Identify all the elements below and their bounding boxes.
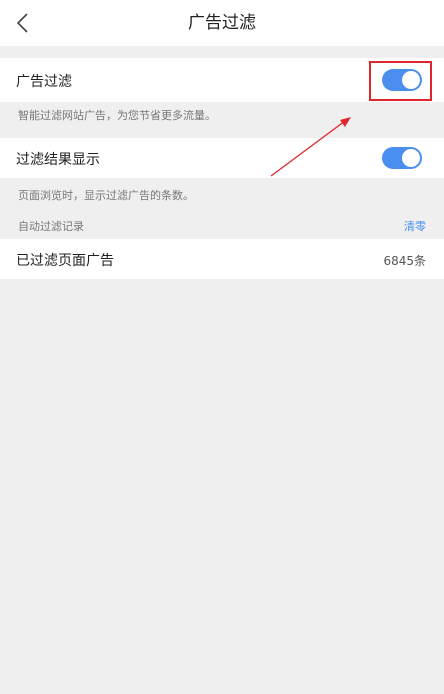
toggle-knob	[402, 149, 420, 167]
page-title: 广告过滤	[188, 13, 256, 33]
filtered-pages-row: 已过滤页面广告 6845条	[0, 239, 444, 279]
ad-filter-settings-screen: 广告过滤 广告过滤 智能过滤网站广告，为您节省更多流量。 过滤结果显示 页面浏览…	[0, 0, 444, 694]
clear-button[interactable]: 清零	[404, 218, 426, 234]
ad-filter-label: 广告过滤	[16, 74, 72, 90]
annotation-arrow-icon	[270, 117, 351, 177]
nav-header: 广告过滤	[0, 0, 444, 46]
auto-record-section-label: 自动过滤记录	[18, 220, 84, 233]
result-display-toggle[interactable]	[382, 147, 422, 169]
filtered-pages-label: 已过滤页面广告	[16, 253, 114, 269]
filtered-pages-count: 6845条	[383, 254, 426, 268]
result-display-row: 过滤结果显示	[0, 138, 444, 178]
ad-filter-hint: 智能过滤网站广告，为您节省更多流量。	[18, 109, 216, 122]
annotation-highlight-box	[369, 61, 432, 101]
result-display-hint: 页面浏览时，显示过滤广告的条数。	[18, 189, 194, 202]
result-display-label: 过滤结果显示	[16, 152, 100, 168]
